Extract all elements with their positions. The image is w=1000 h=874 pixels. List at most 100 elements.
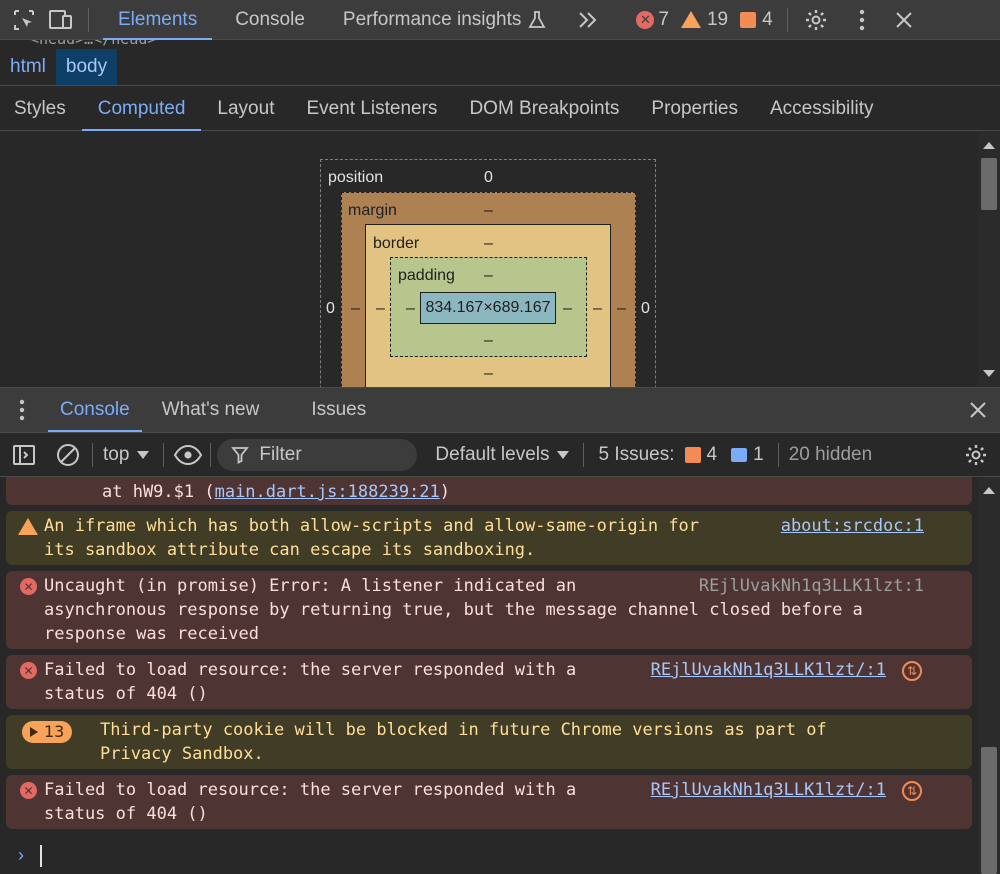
more-options-icon[interactable] xyxy=(844,2,880,38)
scroll-down-arrow-icon[interactable] xyxy=(983,370,995,377)
scrollbar-thumb[interactable] xyxy=(981,747,997,874)
border-bottom-value[interactable]: – xyxy=(484,365,493,383)
drawer-tab-bar: Console What's new Issues xyxy=(0,387,1000,433)
console-prompt-chevron-icon: › xyxy=(18,845,24,865)
console-message-group-warning[interactable]: 13 Third-party cookie will be blocked in… xyxy=(6,715,972,769)
message-text-line: asynchronous response by returning true,… xyxy=(44,600,863,620)
flask-icon xyxy=(528,10,546,28)
border-right-value[interactable]: – xyxy=(593,300,602,318)
network-request-icon[interactable]: ⇅ xyxy=(902,661,922,681)
tab-properties[interactable]: Properties xyxy=(635,87,754,131)
default-levels-dropdown[interactable]: Default levels xyxy=(435,443,570,466)
sidebar-toggle-icon[interactable] xyxy=(6,437,42,473)
padding-left-value[interactable]: – xyxy=(406,300,415,318)
breadcrumb: html body xyxy=(0,48,1000,86)
issue-count-value: 4 xyxy=(762,8,773,30)
position-top-value[interactable]: 0 xyxy=(484,169,493,187)
position-right-value[interactable]: 0 xyxy=(641,300,650,318)
scroll-up-arrow-icon[interactable] xyxy=(983,142,995,149)
tab-styles[interactable]: Styles xyxy=(0,87,82,131)
toolbar-separator xyxy=(786,7,788,32)
error-icon: ✕ xyxy=(636,10,655,29)
filter-funnel-icon xyxy=(231,446,250,464)
console-input-caret[interactable] xyxy=(40,845,42,867)
issue-icon xyxy=(740,11,757,28)
toolbar-separator xyxy=(583,442,585,467)
toolbar-separator xyxy=(88,7,89,32)
message-source-link[interactable]: REjlUvakNh1q3LLK1lzt/:1 xyxy=(651,658,886,682)
border-left-value[interactable]: – xyxy=(376,300,385,318)
network-request-icon[interactable]: ⇅ xyxy=(902,781,922,801)
dropdown-arrow-icon xyxy=(137,450,150,459)
margin-label: margin xyxy=(348,202,397,219)
toolbar-separator xyxy=(777,442,779,467)
breadcrumb-html[interactable]: html xyxy=(0,49,56,85)
warning-icon xyxy=(18,518,38,535)
console-messages: at hW9.$1 (main.dart.js:188239:21) An if… xyxy=(0,477,978,874)
error-count: ✕ 7 xyxy=(636,9,669,31)
padding-label: padding xyxy=(398,267,455,284)
stack-frame-link[interactable]: main.dart.js:188239:21 xyxy=(215,482,440,502)
settings-gear-icon[interactable] xyxy=(798,2,834,38)
tab-accessibility[interactable]: Accessibility xyxy=(754,87,889,131)
console-toolbar: top Filter Default levels 5 Issues: 4 1 … xyxy=(0,433,1000,477)
dom-tree-partial-line: <head>…</head> xyxy=(0,40,1000,48)
box-model-content-size[interactable]: 834.167×689.167 xyxy=(420,292,556,324)
message-text-line: Privacy Sandbox. xyxy=(100,744,264,764)
more-tabs-chevron-icon[interactable] xyxy=(570,2,606,38)
border-label: border xyxy=(373,235,420,252)
console-message-error: ✕ Uncaught (in promise) Error: A listene… xyxy=(6,571,972,649)
inspect-element-icon[interactable] xyxy=(6,2,42,38)
message-text-line: Third-party cookie will be blocked in fu… xyxy=(100,720,827,740)
padding-right-value[interactable]: – xyxy=(563,300,572,318)
stack-frame-text: at hW9.$1 ( xyxy=(102,482,215,502)
tab-console[interactable]: Console xyxy=(216,0,324,40)
drawer-tab-whats-new[interactable]: What's new xyxy=(146,388,296,432)
message-source[interactable]: REjlUvakNh1q3LLK1lzt:1 xyxy=(699,574,924,598)
issues-info-count: 1 xyxy=(753,443,764,465)
default-levels-label: Default levels xyxy=(435,443,550,465)
computed-box-model-pane: 834.167×689.167 position 0 margin – bord… xyxy=(0,132,978,387)
message-text-line: status of 404 () xyxy=(44,804,208,824)
tab-layout[interactable]: Layout xyxy=(201,87,290,131)
close-devtools-icon[interactable] xyxy=(886,2,922,38)
position-left-value[interactable]: 0 xyxy=(326,300,335,318)
console-scrollbar[interactable] xyxy=(978,477,1000,874)
margin-top-value[interactable]: – xyxy=(484,202,493,220)
message-counts[interactable]: ✕ 7 19 4 xyxy=(636,9,784,31)
drawer-tab-issues[interactable]: Issues xyxy=(295,388,382,432)
issues-counter[interactable]: 5 Issues: 4 1 xyxy=(598,444,763,466)
tab-performance-insights[interactable]: Performance insights xyxy=(324,0,566,40)
breadcrumb-body[interactable]: body xyxy=(55,48,118,85)
drawer-menu-icon[interactable] xyxy=(0,392,44,428)
clear-console-icon[interactable] xyxy=(50,437,86,473)
close-drawer-icon[interactable] xyxy=(960,392,996,428)
margin-right-value[interactable]: – xyxy=(617,300,626,318)
margin-left-value[interactable]: – xyxy=(351,300,360,318)
console-filter-input[interactable]: Filter xyxy=(217,438,418,471)
issue-count: 4 xyxy=(740,9,773,31)
dropdown-arrow-icon xyxy=(557,450,570,459)
context-selector[interactable]: top xyxy=(103,444,150,466)
message-group-count-badge[interactable]: 13 xyxy=(22,721,73,743)
tab-performance-insights-label: Performance insights xyxy=(342,8,522,30)
tab-elements[interactable]: Elements xyxy=(99,0,216,40)
live-expression-eye-icon[interactable] xyxy=(170,437,206,473)
console-settings-gear-icon[interactable] xyxy=(958,437,994,473)
computed-pane-scrollbar[interactable] xyxy=(978,132,1000,387)
drawer-tab-console[interactable]: Console xyxy=(44,388,146,432)
message-source-link[interactable]: about:srcdoc:1 xyxy=(781,514,924,538)
tab-computed[interactable]: Computed xyxy=(81,87,202,131)
padding-bottom-value[interactable]: – xyxy=(484,332,493,350)
tab-dom-breakpoints[interactable]: DOM Breakpoints xyxy=(453,87,635,131)
toolbar-separator xyxy=(210,442,212,467)
border-top-value[interactable]: – xyxy=(484,235,493,253)
scroll-up-arrow-icon[interactable] xyxy=(983,487,995,494)
message-source-link[interactable]: REjlUvakNh1q3LLK1lzt/:1 xyxy=(651,778,886,802)
device-toolbar-icon[interactable] xyxy=(42,2,78,38)
dom-line-text: <head>…</head> xyxy=(30,40,156,48)
padding-top-value[interactable]: – xyxy=(484,267,493,285)
tab-event-listeners[interactable]: Event Listeners xyxy=(290,87,453,131)
scrollbar-thumb[interactable] xyxy=(981,158,997,210)
toolbar-separator xyxy=(92,442,93,467)
